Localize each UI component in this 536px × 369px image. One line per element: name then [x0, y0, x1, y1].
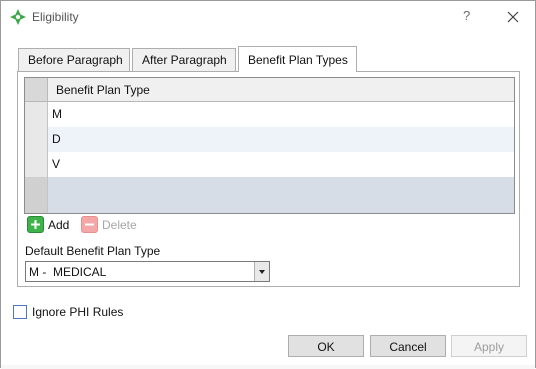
close-icon[interactable] — [505, 9, 521, 25]
eligibility-dialog: Eligibility ? Before Paragraph After Par… — [0, 0, 536, 369]
grid-header: Benefit Plan Type — [25, 78, 514, 102]
table-row[interactable]: V — [25, 152, 514, 177]
benefit-plan-grid[interactable]: Benefit Plan Type M D V — [24, 77, 515, 214]
grid-corner — [25, 78, 48, 101]
green-diamond-icon — [10, 9, 26, 25]
plan-type-cell[interactable]: D — [52, 132, 61, 146]
tab-before-paragraph[interactable]: Before Paragraph — [18, 48, 130, 71]
new-row-selector[interactable] — [25, 177, 48, 213]
benefit-plan-types-panel: Benefit Plan Type M D V Add Delete Defau… — [17, 71, 520, 287]
ok-button[interactable]: OK — [288, 335, 364, 357]
row-selector[interactable] — [25, 102, 48, 127]
row-selector[interactable] — [25, 127, 48, 152]
row-selector[interactable] — [25, 152, 48, 177]
add-button-label: Add — [48, 218, 70, 232]
window-bottom-edge — [1, 365, 535, 369]
title-bar: Eligibility ? — [1, 1, 535, 33]
window-title: Eligibility — [32, 10, 79, 24]
plan-type-cell[interactable]: V — [52, 157, 60, 171]
default-plan-value: M - MEDICAL — [29, 265, 107, 279]
delete-button-label: Delete — [102, 218, 137, 232]
table-row[interactable]: D — [25, 127, 514, 152]
tab-benefit-plan-types[interactable]: Benefit Plan Types — [238, 46, 357, 72]
chevron-down-icon[interactable] — [254, 262, 269, 281]
table-row[interactable]: M — [25, 102, 514, 127]
help-button[interactable]: ? — [463, 8, 470, 23]
cancel-button[interactable]: Cancel — [370, 335, 446, 357]
minus-icon — [81, 216, 98, 233]
apply-button[interactable]: Apply — [451, 335, 527, 357]
plus-icon — [27, 216, 44, 233]
default-plan-select[interactable]: M - MEDICAL — [25, 261, 270, 282]
ignore-phi-checkbox[interactable] — [13, 305, 27, 319]
column-header-benefit-plan-type[interactable]: Benefit Plan Type — [56, 83, 150, 97]
tab-after-paragraph[interactable]: After Paragraph — [132, 48, 236, 71]
default-plan-label: Default Benefit Plan Type — [25, 244, 161, 258]
plan-type-cell[interactable]: M — [52, 107, 62, 121]
ignore-phi-label[interactable]: Ignore PHI Rules — [32, 305, 123, 319]
